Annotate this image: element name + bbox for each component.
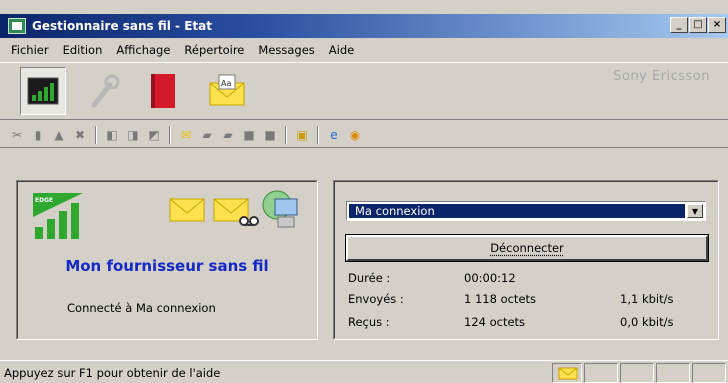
status-cell bbox=[656, 363, 690, 383]
cut-icon[interactable]: ✂ bbox=[8, 126, 26, 144]
stat-value: 124 octets bbox=[464, 315, 526, 329]
phonebook-button[interactable] bbox=[140, 67, 186, 115]
status-view-button[interactable] bbox=[20, 67, 66, 115]
main-window: Gestionnaire sans fil - Etat _ □ × Fichi… bbox=[0, 0, 728, 383]
secondary-toolbar: ✂ ▮ ▲ ✖ ◧ ◨ ◩ ✉ ▰ ▰ ■ ■ ▣ e ◉ bbox=[0, 122, 728, 148]
receive-icon[interactable]: ■ bbox=[261, 126, 279, 144]
voicemail-envelope-icon bbox=[213, 198, 259, 226]
provider-name: Mon fournisseur sans fil bbox=[65, 257, 269, 275]
status-cell bbox=[692, 363, 726, 383]
status-cell-message bbox=[552, 363, 582, 383]
status-envelope-icon bbox=[558, 367, 578, 380]
toolbar-separator bbox=[169, 125, 171, 144]
close-button[interactable]: × bbox=[708, 17, 726, 33]
minimize-button[interactable]: _ bbox=[670, 17, 688, 33]
stat-label: Envoyés : bbox=[348, 292, 404, 306]
settings-button[interactable] bbox=[80, 67, 126, 115]
stat-label: Reçus : bbox=[348, 315, 390, 329]
main-toolbar: Aa Sony Ericsson bbox=[0, 62, 728, 120]
svg-text:Aa: Aa bbox=[221, 79, 231, 88]
folder-icon[interactable]: ▰ bbox=[198, 126, 216, 144]
menu-repertoire[interactable]: Répertoire bbox=[177, 43, 251, 57]
help-text: Appuyez sur F1 pour obtenir de l'aide bbox=[4, 366, 221, 380]
menu-messages[interactable]: Messages bbox=[251, 43, 321, 57]
status-cell bbox=[584, 363, 618, 383]
connection-panel: Ma connexion ▼ Déconnecter Durée : 00:00… bbox=[333, 180, 719, 340]
red-book-icon bbox=[151, 74, 175, 108]
title-bar[interactable]: Gestionnaire sans fil - Etat _ □ × bbox=[0, 14, 728, 38]
stat-value: 00:00:12 bbox=[464, 271, 516, 285]
menu-aide[interactable]: Aide bbox=[322, 43, 361, 57]
stat-rate: 0,0 kbit/s bbox=[620, 315, 674, 329]
envelope-aa-icon: Aa bbox=[209, 74, 245, 106]
status-cell bbox=[620, 363, 654, 383]
copy-icon[interactable]: ▮ bbox=[29, 126, 47, 144]
brand-logo: Sony Ericsson bbox=[613, 69, 710, 84]
toolbar-separator bbox=[317, 125, 319, 144]
maximize-button[interactable]: □ bbox=[689, 17, 707, 33]
connection-select[interactable]: Ma connexion ▼ bbox=[346, 201, 706, 221]
disconnect-label: Déconnecter bbox=[490, 241, 564, 255]
delete-icon[interactable]: ✖ bbox=[71, 126, 89, 144]
selected-connection: Ma connexion bbox=[349, 204, 685, 218]
clock-icon[interactable]: ◉ bbox=[346, 126, 364, 144]
messages-button[interactable]: Aa bbox=[204, 67, 250, 115]
stat-rate: 1,1 kbit/s bbox=[620, 292, 674, 306]
wrench-settings-icon bbox=[91, 74, 120, 108]
app-icon bbox=[8, 18, 26, 34]
reply-all-icon[interactable]: ◨ bbox=[124, 126, 142, 144]
toolbar-separator bbox=[95, 125, 97, 144]
edge-badge: EDGE bbox=[35, 197, 53, 204]
edge-signal-icon: EDGE bbox=[33, 193, 83, 239]
reply-icon[interactable]: ◧ bbox=[103, 126, 121, 144]
status-panel: EDGE Mon fournisseur sans fil Connecté à… bbox=[16, 180, 318, 340]
menu-bar: Fichier Edition Affichage Répertoire Mes… bbox=[0, 40, 728, 60]
new-message-icon[interactable]: ✉ bbox=[177, 126, 195, 144]
window-controls: _ □ × bbox=[670, 17, 726, 33]
stat-row-sent: Envoyés : 1 118 octets 1,1 kbit/s bbox=[348, 292, 708, 308]
stat-row-duration: Durée : 00:00:12 bbox=[348, 271, 708, 287]
forward-icon[interactable]: ◩ bbox=[145, 126, 163, 144]
stat-value: 1 118 octets bbox=[464, 292, 537, 306]
status-bar: Appuyez sur F1 pour obtenir de l'aide bbox=[0, 360, 728, 383]
toolbar-separator bbox=[285, 125, 287, 144]
menu-fichier[interactable]: Fichier bbox=[4, 43, 56, 57]
computer-internet-icon bbox=[262, 190, 298, 228]
window-title: Gestionnaire sans fil - Etat bbox=[32, 19, 212, 33]
envelope-icon bbox=[169, 198, 205, 222]
address-book-icon[interactable]: ▣ bbox=[293, 126, 311, 144]
chevron-down-icon[interactable]: ▼ bbox=[687, 204, 703, 218]
menu-affichage[interactable]: Affichage bbox=[109, 43, 177, 57]
stat-row-received: Reçus : 124 octets 0,0 kbit/s bbox=[348, 315, 708, 331]
connection-status: Connecté à Ma connexion bbox=[67, 301, 216, 315]
disconnect-button[interactable]: Déconnecter bbox=[345, 234, 709, 262]
internet-explorer-icon[interactable]: e bbox=[325, 126, 343, 144]
folder-up-icon[interactable]: ▰ bbox=[219, 126, 237, 144]
menu-edition[interactable]: Edition bbox=[56, 43, 110, 57]
signal-status-icon bbox=[27, 77, 59, 105]
send-icon[interactable]: ■ bbox=[240, 126, 258, 144]
stat-label: Durée : bbox=[348, 271, 391, 285]
paste-icon[interactable]: ▲ bbox=[50, 126, 68, 144]
